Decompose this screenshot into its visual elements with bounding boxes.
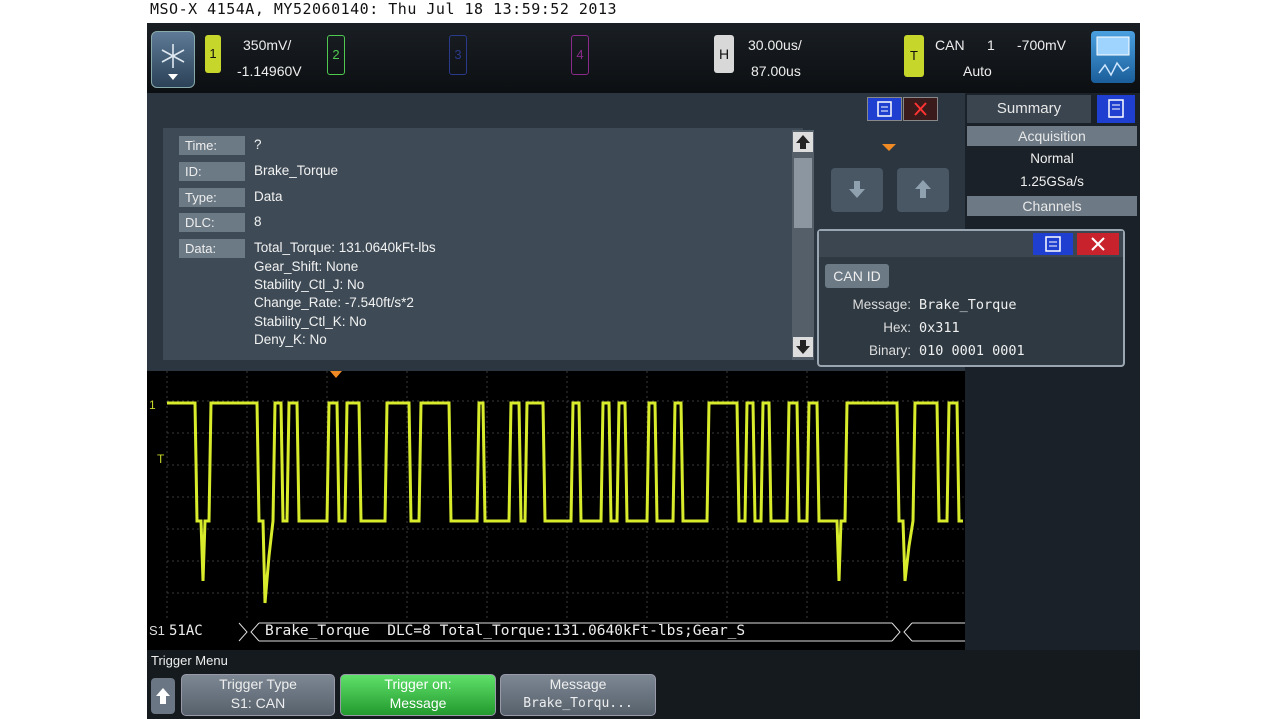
horizontal-button[interactable]: H bbox=[714, 35, 734, 73]
panel-close-button[interactable] bbox=[903, 97, 938, 121]
trigger-source: 1 bbox=[987, 37, 995, 53]
time-scale: 30.00us/ bbox=[748, 37, 802, 53]
trigger-mode: Auto bbox=[963, 63, 992, 79]
close-icon bbox=[1091, 237, 1105, 251]
trigger-level: -700mV bbox=[1017, 37, 1067, 53]
trigger-menu: Trigger Menu Trigger Type S1: CAN Trigge… bbox=[147, 650, 1140, 719]
summary-menu-button[interactable] bbox=[1097, 95, 1135, 123]
main-menu-button[interactable] bbox=[151, 31, 195, 88]
trigger-type: CAN bbox=[935, 37, 965, 53]
message-value: Brake_Torque bbox=[919, 297, 1017, 313]
arrow-down-icon bbox=[849, 181, 865, 198]
softkey-line2: Brake_Torqu... bbox=[523, 696, 633, 711]
trigger-position-marker bbox=[330, 371, 342, 378]
summary-tab[interactable]: Summary bbox=[967, 95, 1091, 123]
window-title: MSO-X 4154A, MY52060140: Thu Jul 18 13:5… bbox=[150, 0, 618, 18]
can-id-popup: CAN ID Message: Brake_Torque Hex: 0x311 … bbox=[817, 229, 1125, 367]
channel-3-button[interactable]: 3 bbox=[449, 35, 467, 75]
channel-1-button[interactable]: 1 bbox=[205, 35, 221, 73]
data-line: Deny_K: No bbox=[254, 332, 327, 347]
scroll-up-button[interactable] bbox=[793, 132, 813, 152]
list-icon bbox=[877, 101, 892, 117]
decode-frame-text: Brake_Torque DLC=8 Total_Torque:131.0640… bbox=[265, 623, 746, 639]
details-scrollbar[interactable] bbox=[792, 130, 814, 360]
field-value-id: Brake_Torque bbox=[254, 163, 339, 178]
trigger-level-marker: T bbox=[157, 452, 165, 466]
scroll-down-button[interactable] bbox=[793, 337, 813, 357]
acquisition-mode: Normal bbox=[1030, 151, 1074, 166]
field-label-time: Time: bbox=[179, 136, 245, 155]
marker-icon bbox=[882, 139, 896, 157]
ch1-scale: 350mV/ bbox=[243, 37, 292, 53]
list-icon bbox=[1108, 99, 1124, 118]
panel-menu-button[interactable] bbox=[867, 97, 902, 121]
arrow-down-icon bbox=[796, 340, 810, 354]
ch1-ground-marker: 1 bbox=[149, 398, 156, 412]
list-icon bbox=[1045, 236, 1061, 252]
softkey-line1: Message bbox=[549, 676, 607, 692]
hex-value: 0x311 bbox=[919, 320, 960, 336]
bus-label: S1 bbox=[149, 623, 165, 638]
prev-frame-button[interactable] bbox=[831, 168, 883, 212]
scope-screen: 1 350mV/ -1.14960V 2 3 4 H 30.00us/ 87.0… bbox=[147, 23, 1140, 719]
softkey-line1: Trigger on: bbox=[384, 676, 452, 692]
can-id-button[interactable]: CAN ID bbox=[825, 264, 889, 288]
field-value-data: Total_Torque: 131.0640kFt-lbs bbox=[254, 240, 436, 255]
softkey-line2: S1: CAN bbox=[230, 695, 286, 711]
channel-2-button[interactable]: 2 bbox=[327, 35, 345, 75]
sample-rate: 1.25GSa/s bbox=[1020, 174, 1084, 189]
data-line: Stability_Ctl_J: No bbox=[254, 277, 365, 292]
data-line: Stability_Ctl_K: No bbox=[254, 314, 367, 329]
hex-label: Hex: bbox=[883, 320, 911, 335]
close-icon bbox=[914, 102, 927, 116]
field-label-data: Data: bbox=[179, 239, 245, 258]
binary-label: Binary: bbox=[868, 343, 911, 358]
field-value-dlc: 8 bbox=[254, 214, 262, 229]
channels-header: Channels bbox=[967, 196, 1137, 216]
field-value-type: Data bbox=[254, 189, 283, 204]
softkey-message[interactable]: Message Brake_Torqu... bbox=[500, 674, 656, 716]
menu-back-button[interactable] bbox=[151, 678, 175, 714]
field-value-time: ? bbox=[254, 137, 262, 152]
channel-4-button[interactable]: 4 bbox=[571, 35, 589, 75]
softkey-trigger-type[interactable]: Trigger Type S1: CAN bbox=[181, 674, 335, 716]
softkey-trigger-on[interactable]: Trigger on: Message bbox=[340, 674, 496, 716]
waveform-graticule: 1 T bbox=[149, 371, 965, 621]
arrow-up-icon bbox=[915, 180, 931, 198]
top-status-bar: 1 350mV/ -1.14960V 2 3 4 H 30.00us/ 87.0… bbox=[147, 23, 1140, 93]
field-label-dlc: DLC: bbox=[179, 213, 245, 232]
decode-id-field: 51AC bbox=[169, 623, 203, 639]
popup-close-button[interactable] bbox=[1077, 233, 1119, 255]
serial-decode-line: S1 51AC Brake_Torque DLC=8 Total_Torque:… bbox=[147, 620, 965, 644]
trigger-menu-title: Trigger Menu bbox=[151, 653, 228, 668]
run-control-button[interactable] bbox=[1091, 31, 1135, 83]
waveform-display[interactable]: 1 T bbox=[147, 371, 965, 649]
ch1-offset: -1.14960V bbox=[237, 63, 302, 79]
scroll-thumb[interactable] bbox=[794, 158, 812, 228]
trigger-button[interactable]: T bbox=[904, 35, 924, 77]
message-label: Message: bbox=[852, 297, 911, 312]
time-delay: 87.00us bbox=[751, 63, 801, 79]
softkey-line2: Message bbox=[389, 695, 447, 711]
waveform-icon bbox=[1096, 36, 1130, 77]
binary-value: 010 0001 0001 bbox=[919, 343, 1025, 359]
softkey-line1: Trigger Type bbox=[219, 676, 297, 692]
next-frame-button[interactable] bbox=[897, 168, 949, 212]
data-line: Change_Rate: -7.540ft/s*2 bbox=[254, 295, 414, 310]
popup-menu-button[interactable] bbox=[1033, 233, 1073, 255]
arrow-up-icon bbox=[156, 688, 170, 704]
acquisition-header: Acquisition bbox=[967, 126, 1137, 146]
decode-details: Time: ? ID: Brake_Torque Type: Data DLC:… bbox=[163, 128, 803, 360]
arrow-up-icon bbox=[796, 135, 810, 149]
summary-sidebar: Summary Acquisition Normal 1.25GSa/s Cha… bbox=[965, 93, 1140, 719]
field-label-id: ID: bbox=[179, 162, 245, 181]
snowflake-icon bbox=[161, 44, 185, 80]
data-line: Gear_Shift: None bbox=[254, 259, 359, 274]
field-label-type: Type: bbox=[179, 188, 245, 207]
